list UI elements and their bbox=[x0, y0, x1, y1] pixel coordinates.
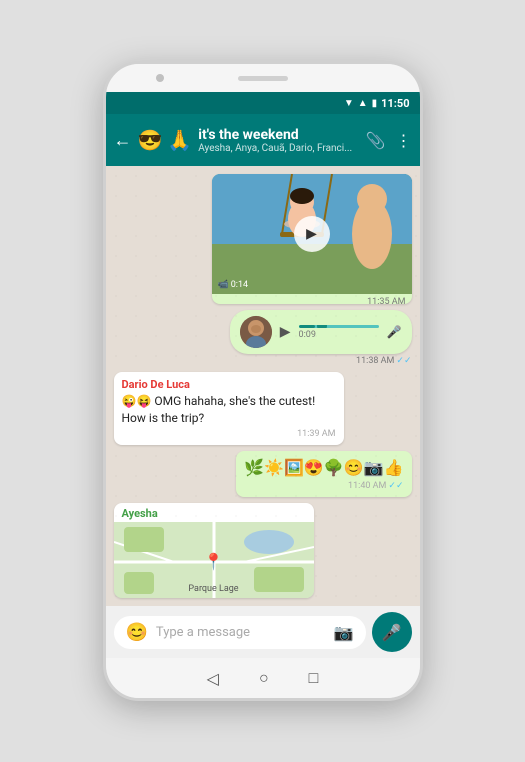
mic-button[interactable]: 🎤 bbox=[372, 612, 412, 652]
location-message: Ayesha 📍 Parque bbox=[114, 503, 314, 598]
message-content: OMG hahaha, she's the cutest! How is the… bbox=[122, 394, 316, 425]
emoji-time: 11:40 AM bbox=[348, 481, 386, 491]
phone-bottom-bar: ◁ ○ □ bbox=[106, 658, 420, 698]
video-duration: 📹 0:14 bbox=[218, 280, 249, 290]
signal-icon: ▼ bbox=[344, 98, 354, 109]
emoji-content: 🌿☀️🖼️😍🌳😊📷👍 bbox=[244, 457, 403, 479]
voice-duration: 0:09 bbox=[299, 330, 379, 340]
back-button[interactable]: ← bbox=[114, 130, 132, 151]
phone-camera bbox=[156, 74, 164, 82]
voice-bubble: ▶ 0:09 🎤 bbox=[230, 310, 412, 354]
more-options-icon[interactable]: ⋮ bbox=[396, 131, 412, 150]
voice-timestamp: 11:38 AM bbox=[356, 356, 394, 366]
voice-checks: ✓✓ bbox=[396, 356, 411, 366]
header-info: it's the weekend Ayesha, Anya, Cauã, Dar… bbox=[198, 127, 359, 154]
waveform: 0:09 bbox=[299, 325, 379, 340]
waveform-progress bbox=[299, 325, 315, 328]
header-actions: 📎 ⋮ bbox=[366, 131, 412, 150]
nav-home-icon[interactable]: ○ bbox=[259, 668, 269, 688]
nav-back-icon[interactable]: ◁ bbox=[207, 669, 219, 688]
message-text: 😜😝 OMG hahaha, she's the cutest! How is … bbox=[122, 393, 336, 427]
message-footer: 11:39 AM bbox=[122, 429, 336, 439]
location-sender: Ayesha bbox=[114, 503, 314, 522]
input-area: 😊 Type a message 📷 🎤 bbox=[106, 606, 420, 658]
video-message: ▶ 📹 0:14 11:35 AM bbox=[212, 174, 412, 304]
video-timestamp: 11:35 AM bbox=[212, 294, 412, 304]
outgoing-emoji-message: 🌿☀️🖼️😍🌳😊📷👍 11:40 AM ✓✓ bbox=[236, 451, 411, 497]
message-emojis: 😜😝 bbox=[122, 394, 152, 408]
camera-button[interactable]: 📷 bbox=[334, 623, 354, 642]
group-emoji: 😎 🙏 bbox=[138, 128, 193, 152]
video-thumbnail[interactable]: ▶ 📹 0:14 bbox=[212, 174, 412, 294]
waveform-bar bbox=[299, 325, 379, 328]
emoji-footer: 11:40 AM ✓✓ bbox=[244, 481, 403, 491]
app-header: ← 😎 🙏 it's the weekend Ayesha, Anya, Cau… bbox=[106, 114, 420, 166]
map-pin: 📍 bbox=[204, 552, 224, 571]
phone-speaker bbox=[238, 76, 288, 81]
chat-area: ▶ 📹 0:14 11:35 AM bbox=[106, 166, 420, 606]
message-input[interactable]: Type a message bbox=[156, 625, 326, 640]
phone-top-bar bbox=[106, 64, 420, 92]
play-button[interactable]: ▶ bbox=[294, 216, 330, 252]
voice-avatar bbox=[240, 316, 272, 348]
wifi-icon: ▲ bbox=[358, 98, 368, 109]
nav-recent-icon[interactable]: □ bbox=[309, 668, 319, 688]
voice-play-button[interactable]: ▶ bbox=[280, 324, 291, 340]
phone-frame: ▼ ▲ ▮ 11:50 ← 😎 🙏 it's the weekend Ayesh… bbox=[103, 61, 423, 701]
chat-title: it's the weekend bbox=[198, 127, 359, 143]
paperclip-icon[interactable]: 📎 bbox=[366, 131, 386, 150]
emoji-button[interactable]: 😊 bbox=[126, 622, 148, 643]
message-sender: Dario De Luca bbox=[122, 378, 336, 391]
waveform-dot bbox=[317, 325, 327, 328]
status-icons: ▼ ▲ ▮ 11:50 bbox=[344, 97, 410, 110]
battery-icon: ▮ bbox=[372, 98, 378, 109]
incoming-text-message: Dario De Luca 😜😝 OMG hahaha, she's the c… bbox=[114, 372, 344, 445]
message-time: 11:39 AM bbox=[297, 429, 335, 439]
chat-subtitle: Ayesha, Anya, Cauã, Dario, Franci... bbox=[198, 143, 359, 154]
voice-message: ▶ 0:09 🎤 11:38 AM ✓✓ bbox=[230, 310, 412, 366]
status-bar: ▼ ▲ ▮ 11:50 bbox=[106, 92, 420, 114]
voice-footer: 11:38 AM ✓✓ bbox=[230, 356, 412, 366]
mic-small-icon: 🎤 bbox=[387, 325, 402, 339]
mic-icon: 🎤 bbox=[382, 623, 402, 642]
emoji-checks: ✓✓ bbox=[388, 481, 403, 491]
location-map[interactable]: 📍 Parque Lage bbox=[114, 522, 314, 598]
status-time: 11:50 bbox=[381, 97, 409, 110]
message-input-container: 😊 Type a message 📷 bbox=[114, 616, 366, 649]
map-label: Parque Lage bbox=[188, 584, 238, 594]
